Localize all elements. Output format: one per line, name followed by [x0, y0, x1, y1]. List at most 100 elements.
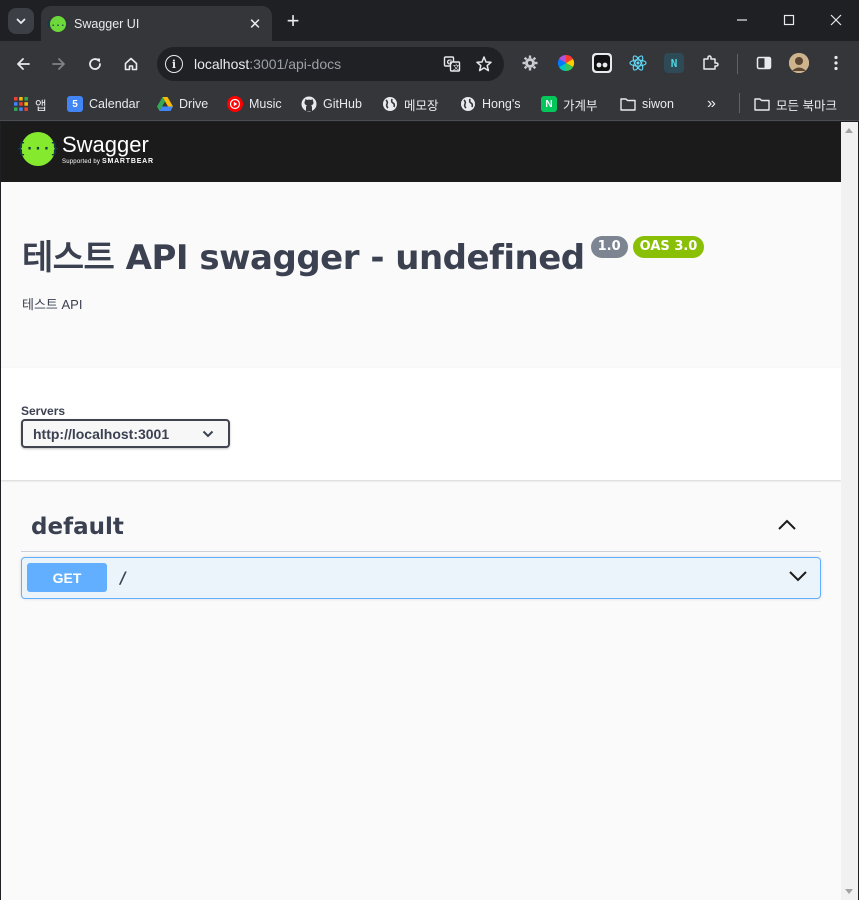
extension-color-button[interactable]: [556, 53, 576, 73]
extension-react-devtools-button[interactable]: [628, 53, 648, 73]
url-text[interactable]: localhost:3001/api-docs: [194, 56, 440, 72]
translate-button[interactable]: G文: [440, 52, 464, 76]
bookmark-label: GitHub: [323, 97, 362, 111]
servers-container: Servers http://localhost:3001: [1, 368, 841, 480]
scroll-up-arrow-icon[interactable]: [845, 128, 853, 133]
tab-swagger-ui[interactable]: {...} Swagger UI ✕: [41, 6, 272, 41]
bookmark-label: 가계부: [563, 98, 598, 113]
bookmark-memo[interactable]: 메모장: [382, 93, 439, 115]
swagger-brand: Swagger: [62, 131, 149, 157]
swagger-tagline: Supported by SMARTBEAR: [62, 157, 154, 165]
bookmark-hongs[interactable]: Hong's: [460, 93, 521, 115]
bookmark-apps[interactable]: 앱: [13, 93, 47, 115]
bookmark-label: 메모장: [404, 98, 439, 113]
bookmarks-separator: [739, 93, 740, 113]
bookmark-budget[interactable]: N 가계부: [541, 93, 598, 115]
toolbar-separator: [737, 54, 738, 74]
avatar-icon: [789, 53, 809, 73]
extension-tampermonkey-button[interactable]: [592, 53, 612, 73]
bookmarks-bar: 앱 5 Calendar Drive Music GitHub 메모장 Hong…: [0, 87, 859, 121]
swagger-logo-icon: {···}: [17, 132, 59, 166]
scroll-down-arrow-icon[interactable]: [845, 889, 853, 894]
api-title-row: 테스트 API swagger - undefined 1.0 OAS 3.0: [22, 232, 705, 284]
maximize-button[interactable]: [765, 0, 812, 40]
tab-close-icon[interactable]: ✕: [244, 13, 266, 35]
bookmark-github[interactable]: GitHub: [301, 93, 362, 115]
extension-n-button[interactable]: N: [664, 53, 684, 73]
servers-label: Servers: [21, 404, 66, 418]
reload-button[interactable]: [81, 50, 109, 78]
back-button[interactable]: [9, 50, 37, 78]
home-button[interactable]: [117, 50, 145, 78]
api-info: 테스트 API swagger - undefined 1.0 OAS 3.0 …: [22, 232, 705, 313]
new-tab-button[interactable]: +: [281, 8, 305, 33]
svg-text:文: 文: [453, 62, 460, 71]
chevron-down-icon[interactable]: [788, 569, 808, 583]
bookmark-star-button[interactable]: [472, 52, 496, 76]
reload-icon: [89, 58, 101, 70]
bookmarks-overflow-button[interactable]: »: [707, 93, 716, 115]
bookmark-label: Drive: [179, 97, 209, 111]
extensions-menu-button[interactable]: [700, 53, 720, 73]
folder-icon: [754, 96, 770, 112]
folder-icon: [620, 96, 636, 112]
maximize-icon: [783, 14, 794, 26]
arrow-right-icon: [52, 58, 65, 70]
star-icon: [476, 56, 492, 72]
arrow-left-icon: [17, 58, 30, 70]
page-scrollbar[interactable]: [841, 122, 858, 900]
chevron-down-icon: [16, 18, 26, 25]
extension-gear-button[interactable]: [520, 53, 540, 73]
tab-search-button[interactable]: [8, 8, 34, 34]
more-vertical-icon: [834, 55, 838, 71]
bookmark-label: Hong's: [482, 97, 521, 111]
drive-icon: [157, 96, 173, 112]
bookmark-label: Calendar: [89, 97, 140, 111]
close-icon: [830, 14, 841, 26]
forward-button[interactable]: [45, 50, 73, 78]
side-panel-icon: [756, 56, 772, 70]
all-bookmarks-button[interactable]: 모든 북마크: [754, 93, 837, 115]
globe-icon: [382, 96, 398, 112]
bookmark-music[interactable]: Music: [227, 93, 282, 115]
bookmark-label: 앱: [35, 98, 47, 113]
close-window-button[interactable]: [812, 0, 859, 40]
bookmark-label: Music: [249, 97, 282, 111]
operation-get-root[interactable]: GET /: [21, 557, 821, 599]
browser-menu-button[interactable]: [826, 53, 846, 73]
tag-section-default[interactable]: default: [21, 504, 821, 552]
swagger-topbar: {···} Swagger Supported by SMARTBEAR: [1, 122, 841, 182]
bookmark-label: siwon: [642, 97, 674, 111]
tab-title: Swagger UI: [74, 16, 140, 31]
bookmark-folder-siwon[interactable]: siwon: [620, 93, 674, 115]
tag-name: default: [31, 514, 124, 540]
minimize-button[interactable]: [718, 0, 765, 40]
bookmark-drive[interactable]: Drive: [157, 93, 208, 115]
browser-window: {...} Swagger UI ✕ + i localhost:3001/ap…: [0, 0, 859, 900]
calendar-icon: 5: [67, 96, 83, 112]
home-icon: [124, 57, 138, 71]
swagger-logo[interactable]: {···} Swagger Supported by SMARTBEAR: [17, 131, 154, 166]
site-info-icon[interactable]: i: [165, 55, 183, 73]
operation-path: /: [118, 568, 128, 587]
tampermonkey-icon: [594, 55, 610, 71]
side-panel-button[interactable]: [754, 53, 774, 73]
http-method-badge: GET: [27, 563, 107, 592]
chevron-up-icon[interactable]: [777, 518, 797, 532]
server-selected-value: http://localhost:3001: [33, 425, 170, 442]
servers-select[interactable]: http://localhost:3001: [21, 419, 230, 448]
browser-toolbar: i localhost:3001/api-docs G文 N: [0, 41, 859, 87]
minimize-icon: [736, 19, 747, 21]
chevron-down-icon: [202, 430, 214, 438]
apps-grid-icon: [13, 96, 29, 112]
version-badge: 1.0: [590, 236, 628, 258]
tab-strip: {...} Swagger UI ✕ +: [0, 0, 859, 41]
n-extension-icon: N: [670, 56, 678, 70]
naver-icon: N: [541, 96, 557, 112]
address-bar[interactable]: i localhost:3001/api-docs G文: [157, 47, 504, 81]
gear-icon: [522, 55, 538, 71]
translate-icon: G文: [443, 56, 461, 72]
profile-avatar-button[interactable]: [789, 53, 809, 73]
bookmark-calendar[interactable]: 5 Calendar: [67, 93, 140, 115]
api-title: 테스트 API swagger - undefined: [22, 238, 585, 278]
